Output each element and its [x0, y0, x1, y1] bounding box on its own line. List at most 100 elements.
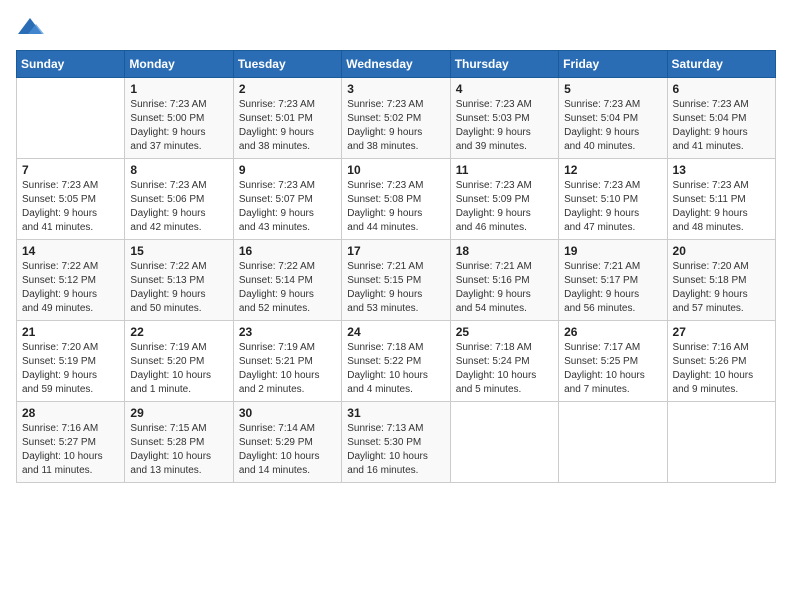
day-number: 13 — [673, 163, 770, 177]
calendar-cell: 16Sunrise: 7:22 AM Sunset: 5:14 PM Dayli… — [233, 240, 341, 321]
calendar-cell: 6 Sunrise: 7:23 AM Sunset: 5:04 PM Daylig… — [667, 78, 775, 159]
day-info: Sunrise: 7:23 AM Sunset: 5:04 PM Dayligh… — [673, 98, 770, 154]
logo-icon — [16, 16, 44, 38]
day-info: Sunrise: 7:23 AM Sunset: 5:08 PM Dayligh… — [347, 179, 444, 235]
day-number: 20 — [673, 244, 770, 258]
calendar-week-row: 14 Sunrise: 7:22 AM Sunset: 5:12 PM Dayli… — [17, 240, 776, 321]
weekday-header-friday: Friday — [559, 51, 667, 78]
day-number: 26 — [564, 325, 661, 339]
calendar-cell: 25 Sunrise: 7:18 AM Sunset: 5:24 PM Dayli… — [450, 321, 558, 402]
day-info: Sunrise: 7:17 AM Sunset: 5:25 PM Dayligh… — [564, 341, 661, 397]
calendar-cell: 24 Sunrise: 7:18 AM Sunset: 5:22 PM Dayli… — [342, 321, 450, 402]
calendar-cell: 7 Sunrise: 7:23 AM Sunset: 5:05 PM Daylig… — [17, 159, 125, 240]
day-number: 6 — [673, 82, 770, 96]
day-number: 18 — [456, 244, 553, 258]
day-number: 24 — [347, 325, 444, 339]
calendar-cell: 31 Sunrise: 7:13 AM Sunset: 5:30 PM Dayli… — [342, 402, 450, 483]
day-number: 2 — [239, 82, 336, 96]
day-info: Sunrise: 7:22 AM Sunset: 5:14 PM Dayligh… — [239, 260, 336, 316]
day-number: 17 — [347, 244, 444, 258]
day-number: 27 — [673, 325, 770, 339]
day-number: 15 — [130, 244, 227, 258]
logo — [16, 16, 48, 38]
day-number: 14 — [22, 244, 119, 258]
calendar-cell: 11 Sunrise: 7:23 AM Sunset: 5:09 PM Dayli… — [450, 159, 558, 240]
calendar-cell — [17, 78, 125, 159]
day-number: 22 — [130, 325, 227, 339]
day-info: Sunrise: 7:14 AM Sunset: 5:29 PM Dayligh… — [239, 422, 336, 478]
calendar-cell: 27 Sunrise: 7:16 AM Sunset: 5:26 PM Dayli… — [667, 321, 775, 402]
calendar-cell: 3 Sunrise: 7:23 AM Sunset: 5:02 PM Daylig… — [342, 78, 450, 159]
day-number: 21 — [22, 325, 119, 339]
day-number: 31 — [347, 406, 444, 420]
calendar-cell: 20 Sunrise: 7:20 AM Sunset: 5:18 PM Dayli… — [667, 240, 775, 321]
calendar-cell — [667, 402, 775, 483]
calendar-body: 1 Sunrise: 7:23 AM Sunset: 5:00 PM Daylig… — [17, 78, 776, 483]
calendar-week-row: 7 Sunrise: 7:23 AM Sunset: 5:05 PM Daylig… — [17, 159, 776, 240]
day-info: Sunrise: 7:21 AM Sunset: 5:16 PM Dayligh… — [456, 260, 553, 316]
calendar-cell: 26 Sunrise: 7:17 AM Sunset: 5:25 PM Dayli… — [559, 321, 667, 402]
day-info: Sunrise: 7:20 AM Sunset: 5:18 PM Dayligh… — [673, 260, 770, 316]
weekday-header-monday: Monday — [125, 51, 233, 78]
calendar-cell: 4 Sunrise: 7:23 AM Sunset: 5:03 PM Daylig… — [450, 78, 558, 159]
calendar-cell: 14 Sunrise: 7:22 AM Sunset: 5:12 PM Dayli… — [17, 240, 125, 321]
weekday-header-sunday: Sunday — [17, 51, 125, 78]
day-number: 23 — [239, 325, 336, 339]
day-number: 25 — [456, 325, 553, 339]
day-info: Sunrise: 7:13 AM Sunset: 5:30 PM Dayligh… — [347, 422, 444, 478]
calendar-header-row: SundayMondayTuesdayWednesdayThursdayFrid… — [17, 51, 776, 78]
page-header — [16, 16, 776, 38]
day-info: Sunrise: 7:23 AM Sunset: 5:00 PM Dayligh… — [130, 98, 227, 154]
day-number: 7 — [22, 163, 119, 177]
day-info: Sunrise: 7:23 AM Sunset: 5:10 PM Dayligh… — [564, 179, 661, 235]
calendar-week-row: 28 Sunrise: 7:16 AM Sunset: 5:27 PM Dayli… — [17, 402, 776, 483]
calendar-cell: 28 Sunrise: 7:16 AM Sunset: 5:27 PM Dayli… — [17, 402, 125, 483]
day-info: Sunrise: 7:21 AM Sunset: 5:17 PM Dayligh… — [564, 260, 661, 316]
weekday-header-saturday: Saturday — [667, 51, 775, 78]
day-number: 5 — [564, 82, 661, 96]
day-info: Sunrise: 7:23 AM Sunset: 5:01 PM Dayligh… — [239, 98, 336, 154]
calendar-cell: 18 Sunrise: 7:21 AM Sunset: 5:16 PM Dayli… — [450, 240, 558, 321]
day-info: Sunrise: 7:23 AM Sunset: 5:02 PM Dayligh… — [347, 98, 444, 154]
day-number: 10 — [347, 163, 444, 177]
day-info: Sunrise: 7:23 AM Sunset: 5:09 PM Dayligh… — [456, 179, 553, 235]
day-number: 28 — [22, 406, 119, 420]
calendar-cell: 12 Sunrise: 7:23 AM Sunset: 5:10 PM Dayli… — [559, 159, 667, 240]
day-info: Sunrise: 7:22 AM Sunset: 5:12 PM Dayligh… — [22, 260, 119, 316]
day-info: Sunrise: 7:16 AM Sunset: 5:27 PM Dayligh… — [22, 422, 119, 478]
calendar-cell: 21 Sunrise: 7:20 AM Sunset: 5:19 PM Dayli… — [17, 321, 125, 402]
day-info: Sunrise: 7:20 AM Sunset: 5:19 PM Dayligh… — [22, 341, 119, 397]
day-number: 29 — [130, 406, 227, 420]
day-info: Sunrise: 7:15 AM Sunset: 5:28 PM Dayligh… — [130, 422, 227, 478]
day-number: 1 — [130, 82, 227, 96]
calendar-week-row: 21 Sunrise: 7:20 AM Sunset: 5:19 PM Dayli… — [17, 321, 776, 402]
calendar-cell — [450, 402, 558, 483]
day-number: 3 — [347, 82, 444, 96]
day-number: 11 — [456, 163, 553, 177]
day-info: Sunrise: 7:23 AM Sunset: 5:04 PM Dayligh… — [564, 98, 661, 154]
calendar-cell: 8Sunrise: 7:23 AM Sunset: 5:06 PM Daylig… — [125, 159, 233, 240]
day-number: 9 — [239, 163, 336, 177]
calendar-week-row: 1 Sunrise: 7:23 AM Sunset: 5:00 PM Daylig… — [17, 78, 776, 159]
day-number: 4 — [456, 82, 553, 96]
calendar-cell: 22 Sunrise: 7:19 AM Sunset: 5:20 PM Dayli… — [125, 321, 233, 402]
day-number: 30 — [239, 406, 336, 420]
day-info: Sunrise: 7:19 AM Sunset: 5:20 PM Dayligh… — [130, 341, 227, 397]
day-info: Sunrise: 7:18 AM Sunset: 5:22 PM Dayligh… — [347, 341, 444, 397]
weekday-header-tuesday: Tuesday — [233, 51, 341, 78]
day-info: Sunrise: 7:23 AM Sunset: 5:05 PM Dayligh… — [22, 179, 119, 235]
calendar-cell: 5 Sunrise: 7:23 AM Sunset: 5:04 PM Daylig… — [559, 78, 667, 159]
calendar-cell — [559, 402, 667, 483]
day-info: Sunrise: 7:16 AM Sunset: 5:26 PM Dayligh… — [673, 341, 770, 397]
calendar-cell: 10 Sunrise: 7:23 AM Sunset: 5:08 PM Dayli… — [342, 159, 450, 240]
calendar-cell: 2 Sunrise: 7:23 AM Sunset: 5:01 PM Daylig… — [233, 78, 341, 159]
calendar-cell: 23 Sunrise: 7:19 AM Sunset: 5:21 PM Dayli… — [233, 321, 341, 402]
day-info: Sunrise: 7:23 AM Sunset: 5:11 PM Dayligh… — [673, 179, 770, 235]
day-number: 8 — [130, 163, 227, 177]
day-number: 12 — [564, 163, 661, 177]
calendar-cell: 9Sunrise: 7:23 AM Sunset: 5:07 PM Daylig… — [233, 159, 341, 240]
day-info: Sunrise: 7:18 AM Sunset: 5:24 PM Dayligh… — [456, 341, 553, 397]
calendar-cell: 17Sunrise: 7:21 AM Sunset: 5:15 PM Dayli… — [342, 240, 450, 321]
day-info: Sunrise: 7:19 AM Sunset: 5:21 PM Dayligh… — [239, 341, 336, 397]
day-info: Sunrise: 7:23 AM Sunset: 5:03 PM Dayligh… — [456, 98, 553, 154]
